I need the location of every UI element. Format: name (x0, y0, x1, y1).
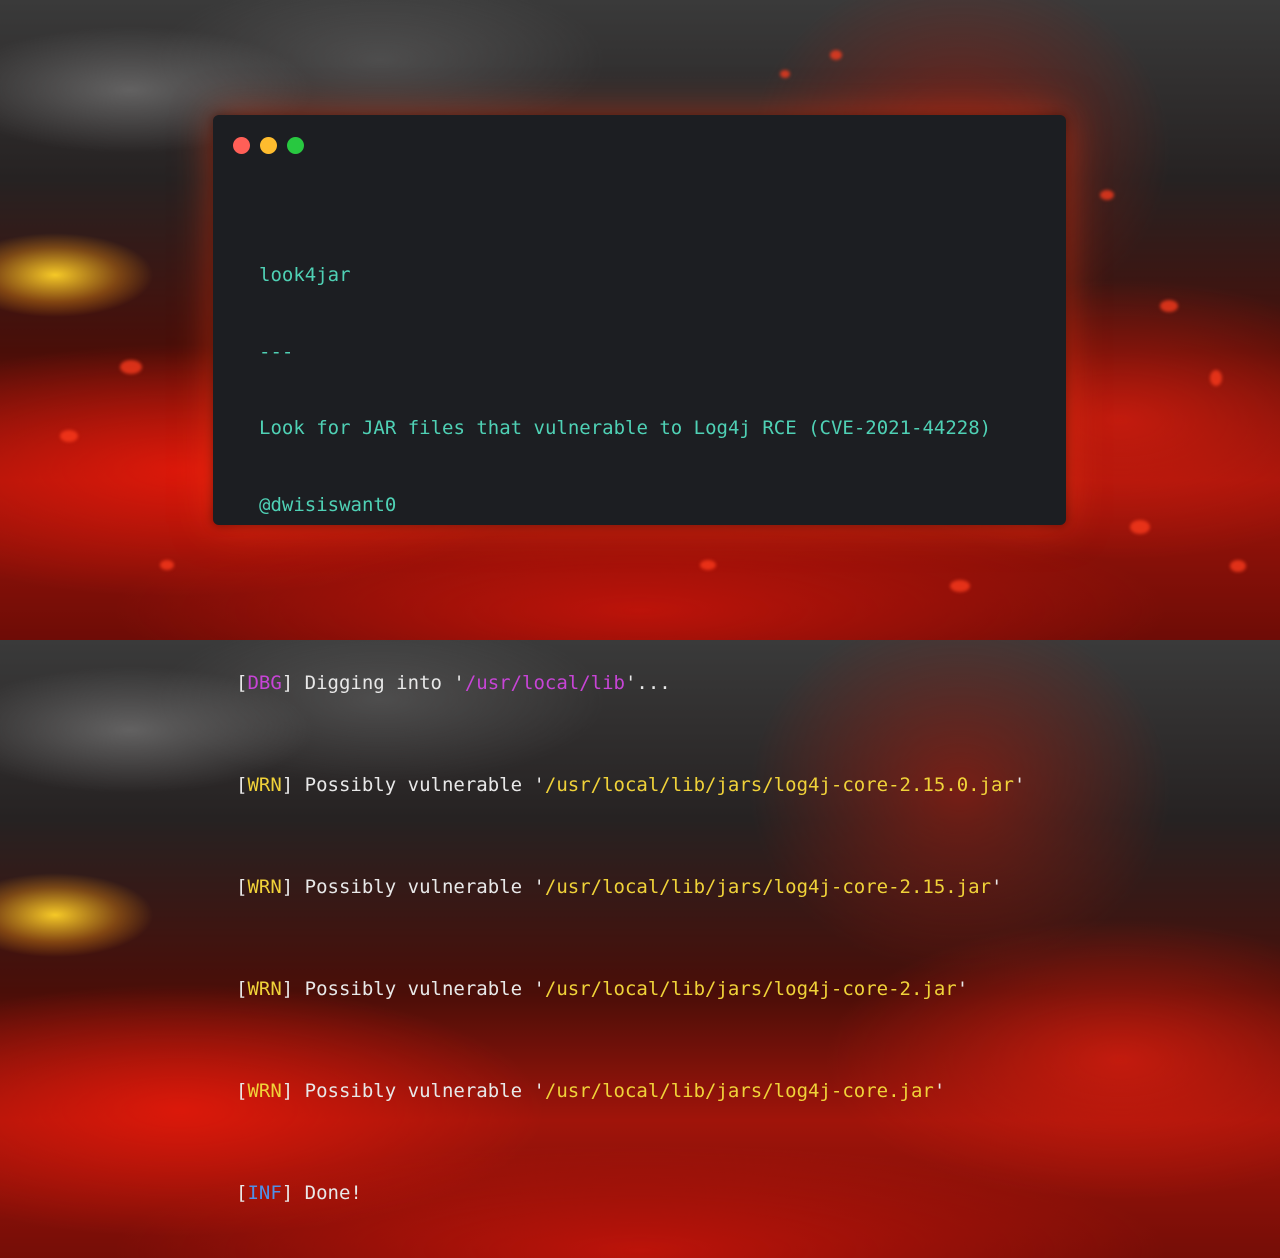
log-suffix: ' (933, 1080, 946, 1102)
terminal-output: look4jar --- Look for JAR files that vul… (236, 212, 1025, 1258)
banner-author: @dwisiswant0 (259, 493, 397, 516)
log-level-wrn: WRN (247, 978, 282, 1000)
log-suffix: '... (624, 672, 671, 694)
log-line-dbg: [DBG] Digging into '/usr/local/lib'... (236, 672, 671, 694)
log-message: Possibly vulnerable ' (293, 978, 545, 1000)
log-path: /usr/local/lib (464, 672, 625, 694)
log-suffix: ' (1013, 774, 1026, 796)
log-suffix: ' (956, 978, 969, 1000)
log-message: Possibly vulnerable ' (293, 774, 545, 796)
log-path: /usr/local/lib/jars/log4j-core-2.jar (544, 978, 957, 1000)
log-message: Possibly vulnerable ' (293, 876, 545, 898)
log-path: /usr/local/lib/jars/log4j-core-2.15.0.ja… (544, 774, 1014, 796)
minimize-dot-icon[interactable] (260, 137, 277, 154)
window-controls (233, 137, 304, 154)
log-path: /usr/local/lib/jars/log4j-core.jar (544, 1080, 934, 1102)
log-level-wrn: WRN (247, 876, 282, 898)
log-message: Possibly vulnerable ' (293, 1080, 545, 1102)
log-level-wrn: WRN (247, 1080, 282, 1102)
close-dot-icon[interactable] (233, 137, 250, 154)
log-line-inf: [INF] Done! (236, 1182, 362, 1204)
log-message: Done! (293, 1182, 362, 1204)
log-level-dbg: DBG (247, 672, 282, 694)
log-suffix: ' (991, 876, 1003, 898)
banner-name: look4jar (259, 264, 351, 286)
banner-separator: --- (259, 340, 294, 363)
log-path: /usr/local/lib/jars/log4j-core-2.15.jar (544, 876, 992, 898)
log-level-wrn: WRN (247, 774, 282, 796)
log-level-inf: INF (247, 1182, 282, 1204)
log-line-wrn: [WRN] Possibly vulnerable '/usr/local/li… (236, 978, 969, 1000)
banner-description: Look for JAR files that vulnerable to Lo… (259, 417, 992, 439)
log-message: Digging into ' (293, 672, 465, 694)
maximize-dot-icon[interactable] (287, 137, 304, 154)
terminal-window: look4jar --- Look for JAR files that vul… (213, 115, 1066, 1204)
log-line-wrn: [WRN] Possibly vulnerable '/usr/local/li… (236, 1080, 946, 1102)
log-line-wrn: [WRN] Possibly vulnerable '/usr/local/li… (236, 876, 1003, 898)
log-line-wrn: [WRN] Possibly vulnerable '/usr/local/li… (236, 774, 1026, 796)
